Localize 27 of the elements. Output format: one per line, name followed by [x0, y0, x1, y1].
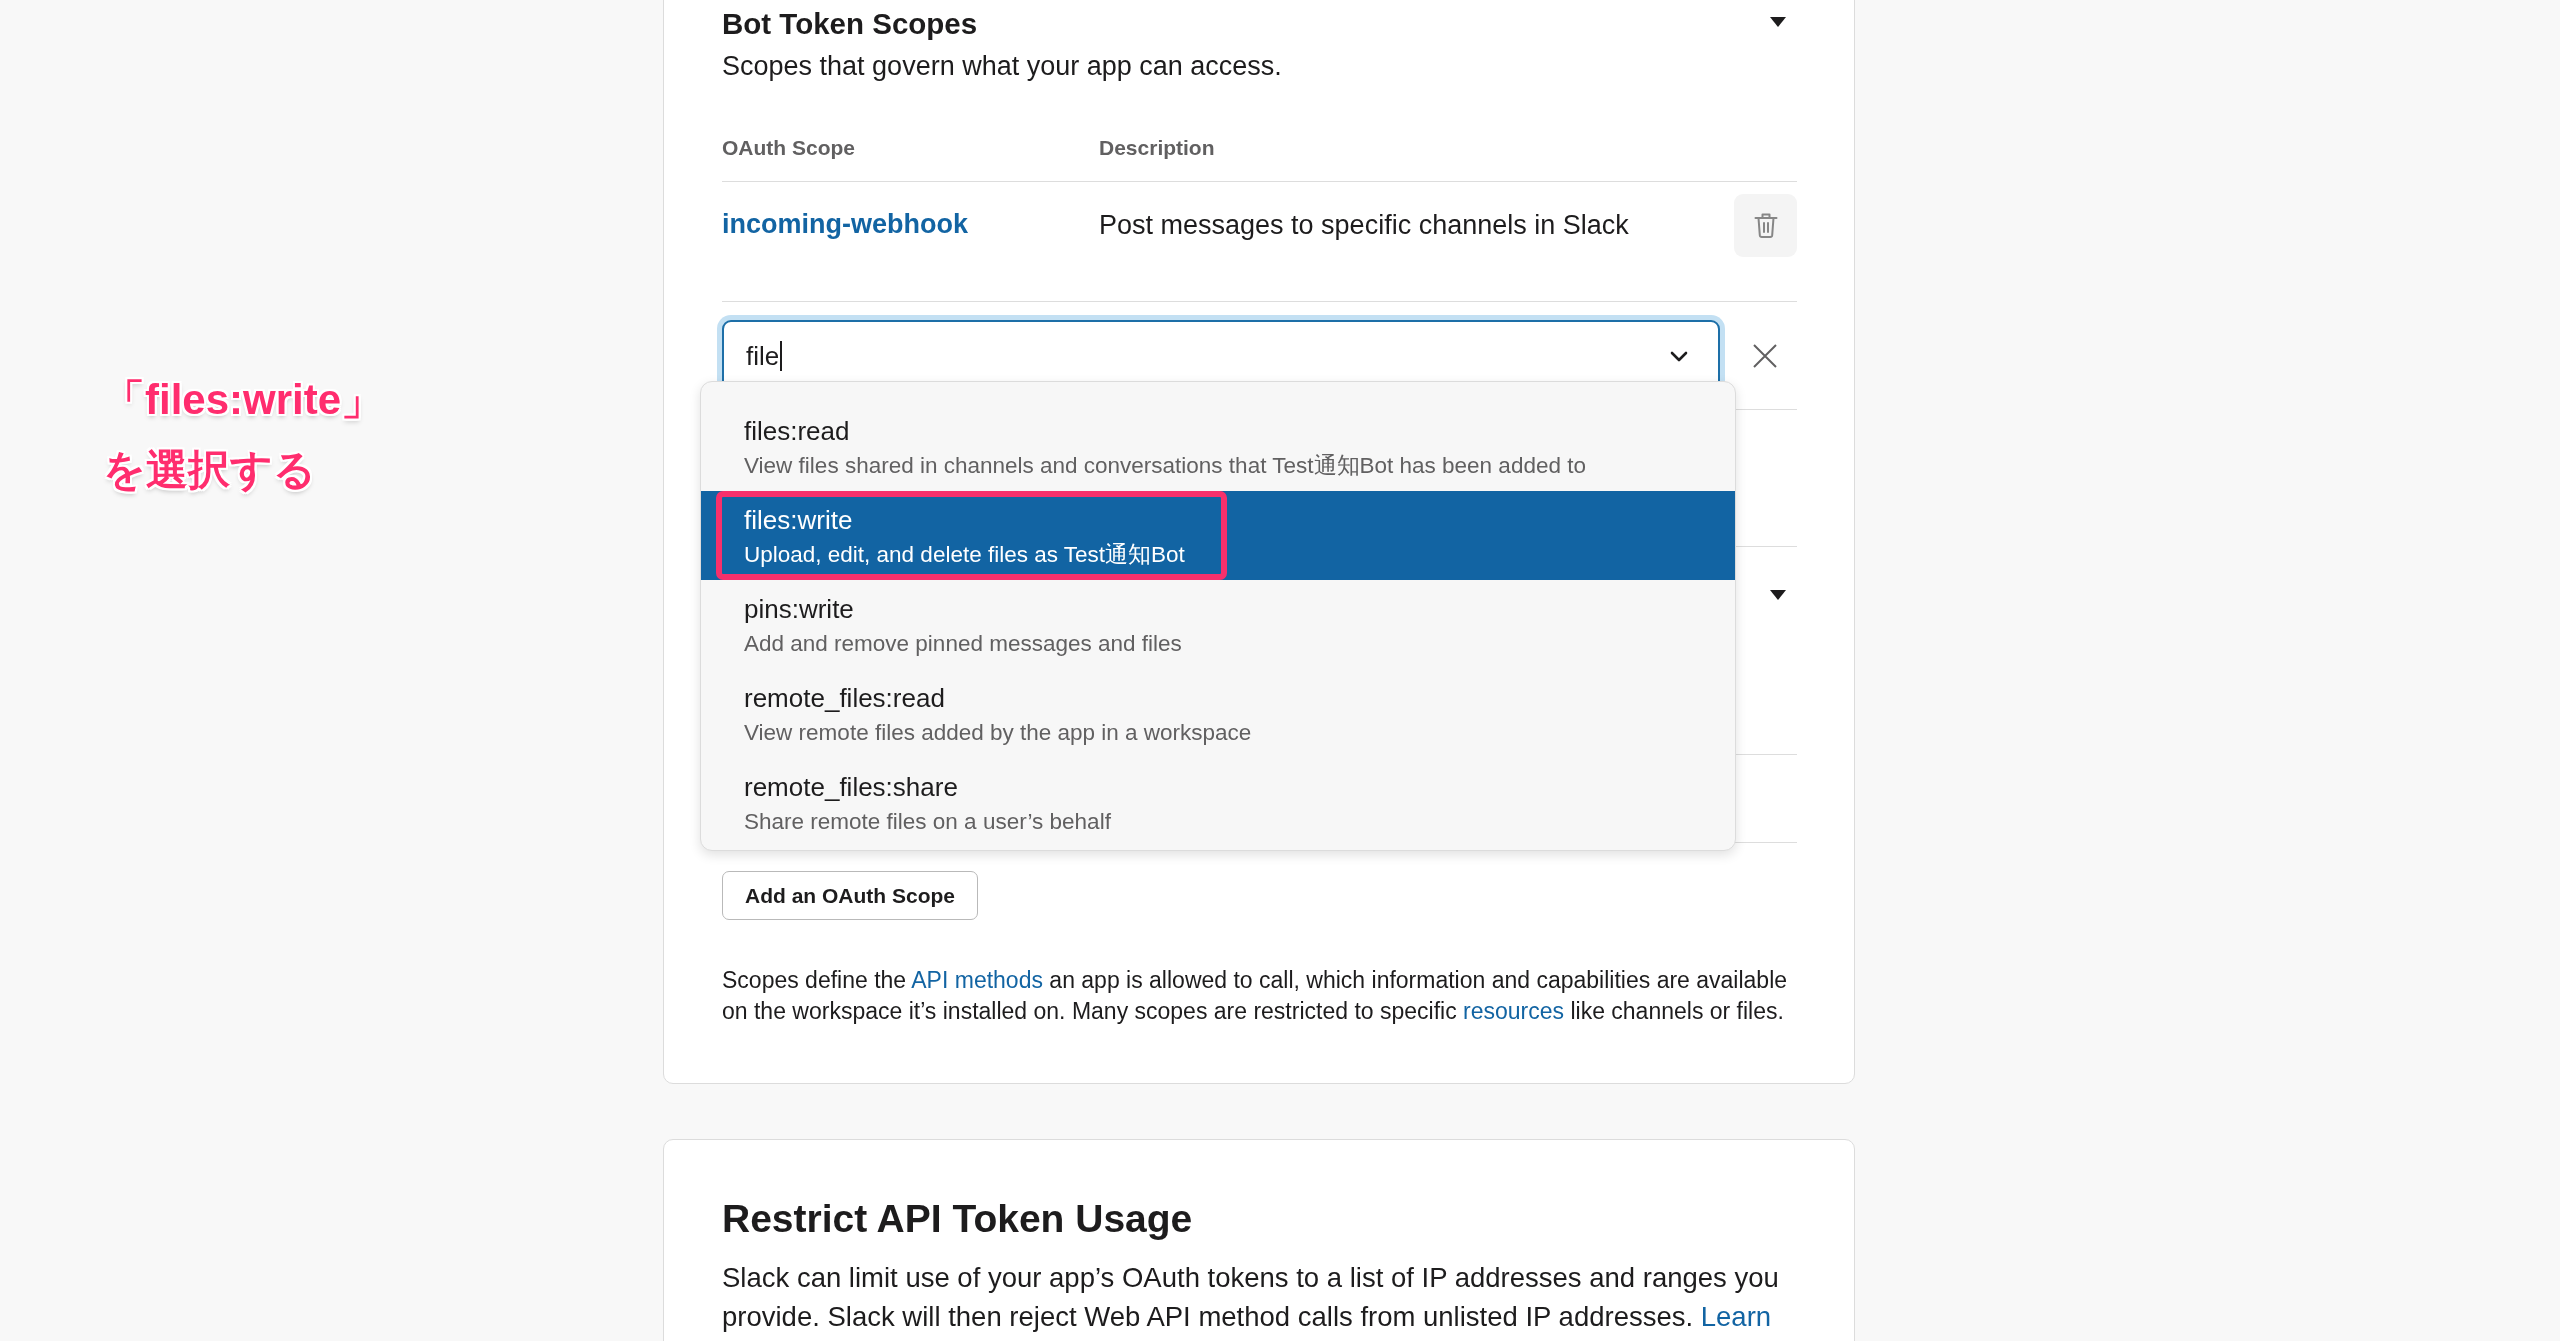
annotation-label: を選択する — [103, 445, 316, 495]
column-header: OAuth Scope — [722, 135, 856, 161]
link[interactable]: API methods — [911, 967, 1043, 993]
link[interactable]: resources — [1463, 998, 1565, 1024]
section-subtitle: Scopes that govern what your app can access. — [722, 50, 1283, 83]
caret-icon[interactable] — [1770, 590, 1786, 600]
scope-link[interactable]: incoming-webhook — [722, 206, 968, 242]
trash-icon — [1753, 212, 1778, 239]
delete-button[interactable] — [1734, 194, 1797, 257]
scope-option[interactable]: files:write Upload, edit, and delete files as Test通知Bot — [701, 491, 1735, 580]
close-icon[interactable] — [1753, 344, 1777, 368]
section-title: Bot Token Scopes — [722, 6, 978, 42]
table-cell-text: Post messages to specific channels in Slack — [1099, 209, 1630, 242]
scope-option[interactable]: pins:write Add and remove pinned messages and files — [701, 580, 1735, 669]
text-cursor-icon — [780, 341, 783, 371]
section-title: Restrict API Token Usage — [722, 1196, 1194, 1242]
chevron-down-icon — [1670, 350, 1688, 362]
body-text: Slack can limit use of your app’s OAuth tokens to a list of IP addresses and ranges you provide. Slack will then reject Web API method calls from unlisted IP addresses. Learn — [722, 1261, 1780, 1334]
scope-option[interactable]: remote_files:share Share remote files on a user’s behalf — [701, 758, 1735, 847]
add-scope-button[interactable]: Add an OAuth Scope — [722, 871, 978, 920]
caret-icon[interactable] — [1770, 17, 1786, 27]
scope-option[interactable]: files:read View files shared in channels and conversations that Test通知Bot has been added to — [701, 402, 1735, 491]
link[interactable]: Learn — [1700, 1301, 1772, 1332]
column-header: Description — [1099, 135, 1215, 161]
annotation-label: 「files:write」 — [103, 375, 384, 425]
scope-option[interactable]: remote_files:read View remote files added by the app in a workspace — [701, 669, 1735, 758]
help-text: Scopes define the API methods an app is allowed to call, which information and capabilities are available on the workspace it’s installed on. Many scopes are restricted to specific resources like channels or files. — [722, 966, 1789, 1026]
